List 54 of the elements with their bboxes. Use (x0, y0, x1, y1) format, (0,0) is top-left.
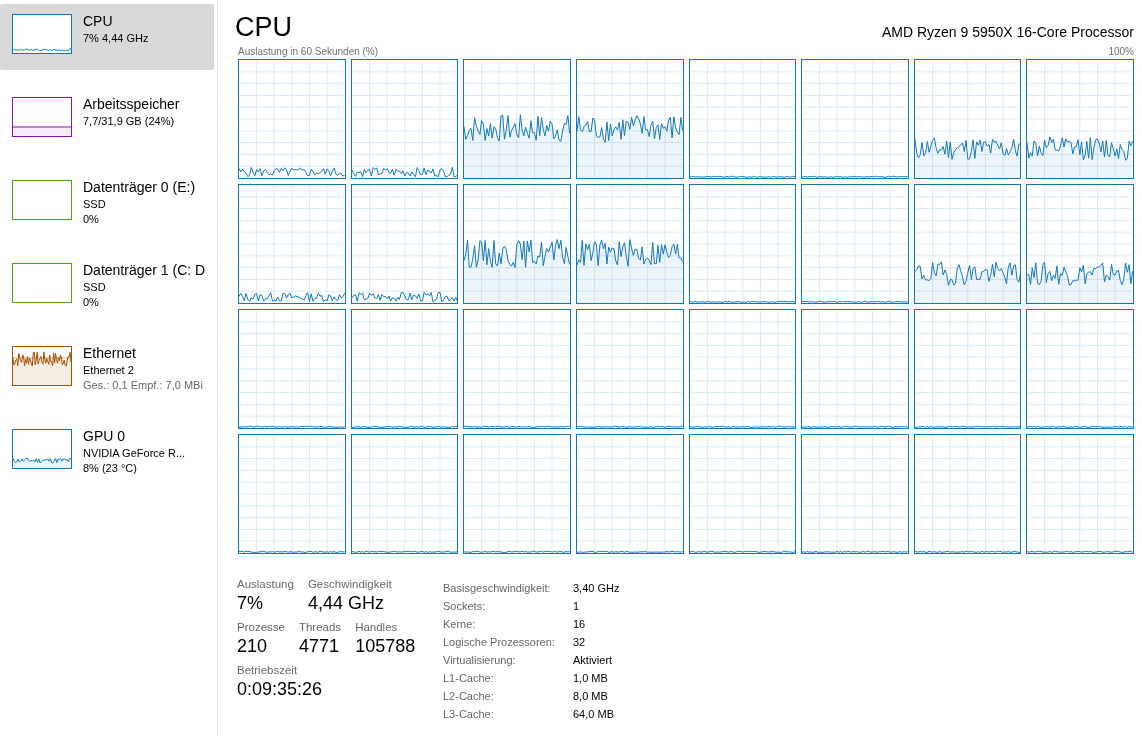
item-detail: 0% (83, 212, 100, 227)
stat-value: 7% (237, 592, 264, 615)
item-title: Arbeitsspeicher (83, 95, 180, 114)
detail-value: Aktiviert (573, 653, 614, 668)
sidebar-item[interactable]: Arbeitsspeicher 7,7/31,9 GB (24%) (0, 87, 214, 153)
item-detail: 0% (83, 295, 100, 310)
stat-value: 4,44 GHz (307, 592, 385, 615)
detail-value: 1 (573, 599, 581, 614)
stat-label: Prozesse (237, 621, 285, 633)
detail-value: 16 (573, 617, 587, 632)
stat-label: Auslastung (237, 578, 294, 590)
sidebar-item[interactable]: Datenträger 0 (E:) SSD 0% (0, 170, 214, 236)
stat-label: Betriebszeit (237, 664, 299, 676)
stat-value: 210 (237, 635, 269, 658)
sidebar-item[interactable]: Ethernet Ethernet 2 Ges.: 0,1 Empf.: 7,0 MBi (0, 336, 214, 402)
item-title: GPU 0 (83, 427, 126, 446)
stat-value: 4771 (298, 635, 340, 658)
detail-label: L2-Cache: (443, 689, 495, 704)
item-detail: Ethernet 2 (83, 363, 135, 378)
detail-label: L1-Cache: (443, 671, 495, 686)
detail-value: 64,0 MB (573, 707, 615, 722)
item-title: Ethernet (83, 344, 137, 363)
detail-label: L3-Cache: (443, 707, 495, 722)
sidebar-item[interactable]: GPU 0 NVIDIA GeForce R... 8% (23 °C) (0, 419, 214, 485)
detail-label: Sockets: (443, 599, 487, 614)
item-detail: Ges.: 0,1 Empf.: 7,0 MBi (83, 378, 203, 393)
graph-caption: Auslastung in 60 Sekunden (%) (238, 46, 379, 57)
item-detail: 7,7/31,9 GB (24%) (83, 114, 176, 129)
item-detail: SSD (83, 197, 107, 212)
detail-value: 8,0 MB (573, 689, 609, 704)
item-detail: 8% (23 °C) (83, 461, 138, 476)
processor-name: AMD Ryzen 9 5950X 16-Core Processor (881, 24, 1134, 42)
stat-label: Geschwindigkeit (307, 578, 392, 590)
detail-label: Logische Prozessoren: (443, 635, 556, 650)
stat-label: Handles (355, 621, 399, 633)
stat-value: 105788 (355, 635, 416, 658)
sidebar-item[interactable]: Datenträger 1 (C: D SSD 0% (0, 253, 214, 319)
item-detail: SSD (83, 280, 107, 295)
detail-value: 32 (573, 635, 587, 650)
stat-value: 0:09:35:26 (237, 678, 323, 701)
item-detail: NVIDIA GeForce R... (83, 446, 186, 461)
page-title: CPU (235, 11, 292, 44)
sidebar-item[interactable]: CPU 7% 4,44 GHz (0, 4, 214, 70)
detail-value: 1,0 MB (573, 671, 609, 686)
item-title: CPU (83, 12, 114, 31)
detail-label: Basisgeschwindigkeit: (443, 581, 552, 596)
item-detail: 7% 4,44 GHz (83, 31, 149, 46)
graph-max-label: 100% (1108, 46, 1134, 57)
item-title: Datenträger 0 (E:) (83, 178, 196, 197)
stat-label: Threads (298, 621, 342, 633)
detail-label: Virtualisierung: (443, 653, 517, 668)
item-title: Datenträger 1 (C: D (83, 261, 206, 280)
detail-label: Kerne: (443, 617, 477, 632)
detail-value: 3,40 GHz (573, 581, 620, 596)
